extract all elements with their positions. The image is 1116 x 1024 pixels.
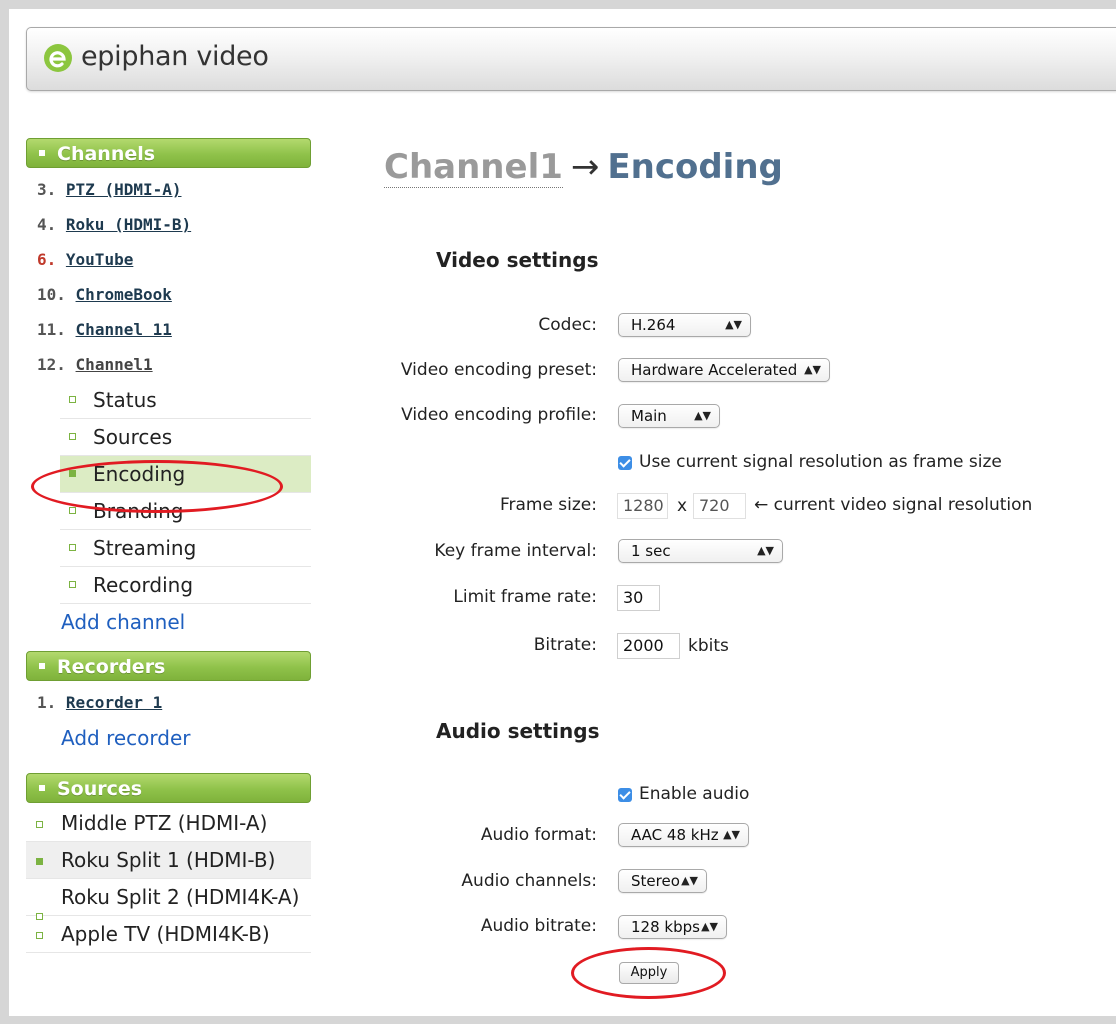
channel-menu-streaming[interactable]: Streaming: [60, 530, 311, 567]
header-bar: epiphan video: [26, 27, 1116, 91]
profile-label: Video encoding profile:: [401, 405, 597, 425]
select-arrows-icon: ▲▼: [681, 874, 698, 887]
bitrate-label: Bitrate:: [533, 635, 597, 655]
codec-select[interactable]: H.264 ▲▼: [618, 313, 751, 337]
enable-audio-checkbox[interactable]: [618, 788, 632, 802]
frame-height-input[interactable]: 720: [693, 493, 746, 519]
source-item-apple-tv[interactable]: Apple TV (HDMI4K-B): [26, 916, 311, 953]
audio-format-select[interactable]: AAC 48 kHz ▲▼: [618, 823, 749, 847]
frame-width-input[interactable]: 1280: [617, 493, 668, 519]
channel-item-chromebook[interactable]: 10. ChromeBook: [26, 277, 311, 312]
audio-channels-label: Audio channels:: [461, 871, 597, 891]
use-current-resolution-checkbox[interactable]: [618, 456, 632, 470]
square-bullet-icon: [69, 396, 76, 403]
limit-frame-rate-label: Limit frame rate:: [453, 587, 597, 607]
sources-header[interactable]: Sources: [26, 773, 311, 803]
square-bullet-icon: [69, 544, 76, 551]
channel-item-roku[interactable]: 4. Roku (HDMI-B): [26, 207, 311, 242]
channel-item-youtube[interactable]: 6. YouTube: [26, 242, 311, 277]
page-title: Channel1 → Encoding: [384, 147, 783, 188]
select-arrows-icon: ▲▼: [694, 409, 711, 422]
limit-frame-rate-input[interactable]: 30: [617, 585, 660, 611]
square-bullet-icon: [69, 470, 76, 477]
channel-item-channel11[interactable]: 11. Channel 11: [26, 312, 311, 347]
source-item-roku-split-2[interactable]: Roku Split 2 (HDMI4K-A): [26, 879, 311, 920]
video-settings-title: Video settings: [436, 248, 599, 272]
select-arrows-icon: ▲▼: [804, 363, 821, 376]
source-item-middle-ptz[interactable]: Middle PTZ (HDMI-A): [26, 805, 311, 842]
frame-size-note: ← current video signal resolution: [754, 495, 1033, 515]
add-channel-link[interactable]: Add channel: [26, 604, 311, 640]
bitrate-input[interactable]: 2000: [617, 633, 680, 659]
use-current-resolution-label: Use current signal resolution as frame s…: [639, 452, 1002, 472]
epiphan-logo-icon: [44, 44, 72, 72]
brand-name: epiphan video: [81, 41, 269, 72]
square-bullet-icon: [36, 858, 43, 865]
audio-settings-title: Audio settings: [436, 719, 600, 743]
select-arrows-icon: ▲▼: [725, 318, 742, 331]
recorder-item[interactable]: 1. Recorder 1: [26, 685, 311, 720]
select-arrows-icon: ▲▼: [701, 920, 718, 933]
channel-menu-status[interactable]: Status: [60, 382, 311, 419]
keyframe-select[interactable]: 1 sec ▲▼: [618, 539, 783, 563]
channel-menu-sources[interactable]: Sources: [60, 419, 311, 456]
breadcrumb-channel[interactable]: Channel1: [384, 147, 563, 188]
breadcrumb-arrow: →: [570, 147, 600, 187]
profile-select[interactable]: Main ▲▼: [618, 404, 720, 428]
enable-audio-label: Enable audio: [639, 784, 750, 804]
frame-size-label: Frame size:: [499, 495, 597, 515]
keyframe-label: Key frame interval:: [434, 541, 597, 561]
select-arrows-icon: ▲▼: [723, 828, 740, 841]
apply-button[interactable]: Apply: [619, 962, 679, 984]
select-arrows-icon: ▲▼: [757, 544, 774, 557]
bitrate-unit: kbits: [688, 636, 729, 656]
square-bullet-icon: [69, 507, 76, 514]
channel-menu-encoding[interactable]: Encoding: [60, 456, 311, 493]
audio-bitrate-label: Audio bitrate:: [480, 916, 597, 936]
channel-menu-recording[interactable]: Recording: [60, 567, 311, 604]
audio-channels-select[interactable]: Stereo ▲▼: [618, 869, 707, 893]
frame-x-label: x: [677, 496, 688, 516]
page-title-current: Encoding: [607, 147, 783, 187]
preset-select[interactable]: Hardware Accelerated ▲▼: [618, 358, 830, 382]
channels-header[interactable]: Channels: [26, 138, 311, 168]
source-item-roku-split-1[interactable]: Roku Split 1 (HDMI-B): [26, 842, 311, 879]
square-bullet-icon: [69, 581, 76, 588]
audio-bitrate-select[interactable]: 128 kbps ▲▼: [618, 915, 727, 939]
audio-format-label: Audio format:: [480, 825, 597, 845]
add-recorder-link[interactable]: Add recorder: [26, 720, 311, 756]
square-bullet-icon: [36, 821, 43, 828]
channel-item-channel1[interactable]: 12. Channel1: [26, 347, 311, 382]
preset-label: Video encoding preset:: [400, 360, 597, 380]
codec-label: Codec:: [538, 315, 597, 335]
sidebar: Channels 3. PTZ (HDMI-A) 4. Roku (HDMI-B…: [26, 138, 311, 953]
recorders-header[interactable]: Recorders: [26, 651, 311, 681]
square-bullet-icon: [69, 433, 76, 440]
channel-menu-branding[interactable]: Branding: [60, 493, 311, 530]
square-bullet-icon: [36, 932, 43, 939]
channel-item-ptz[interactable]: 3. PTZ (HDMI-A): [26, 172, 311, 207]
